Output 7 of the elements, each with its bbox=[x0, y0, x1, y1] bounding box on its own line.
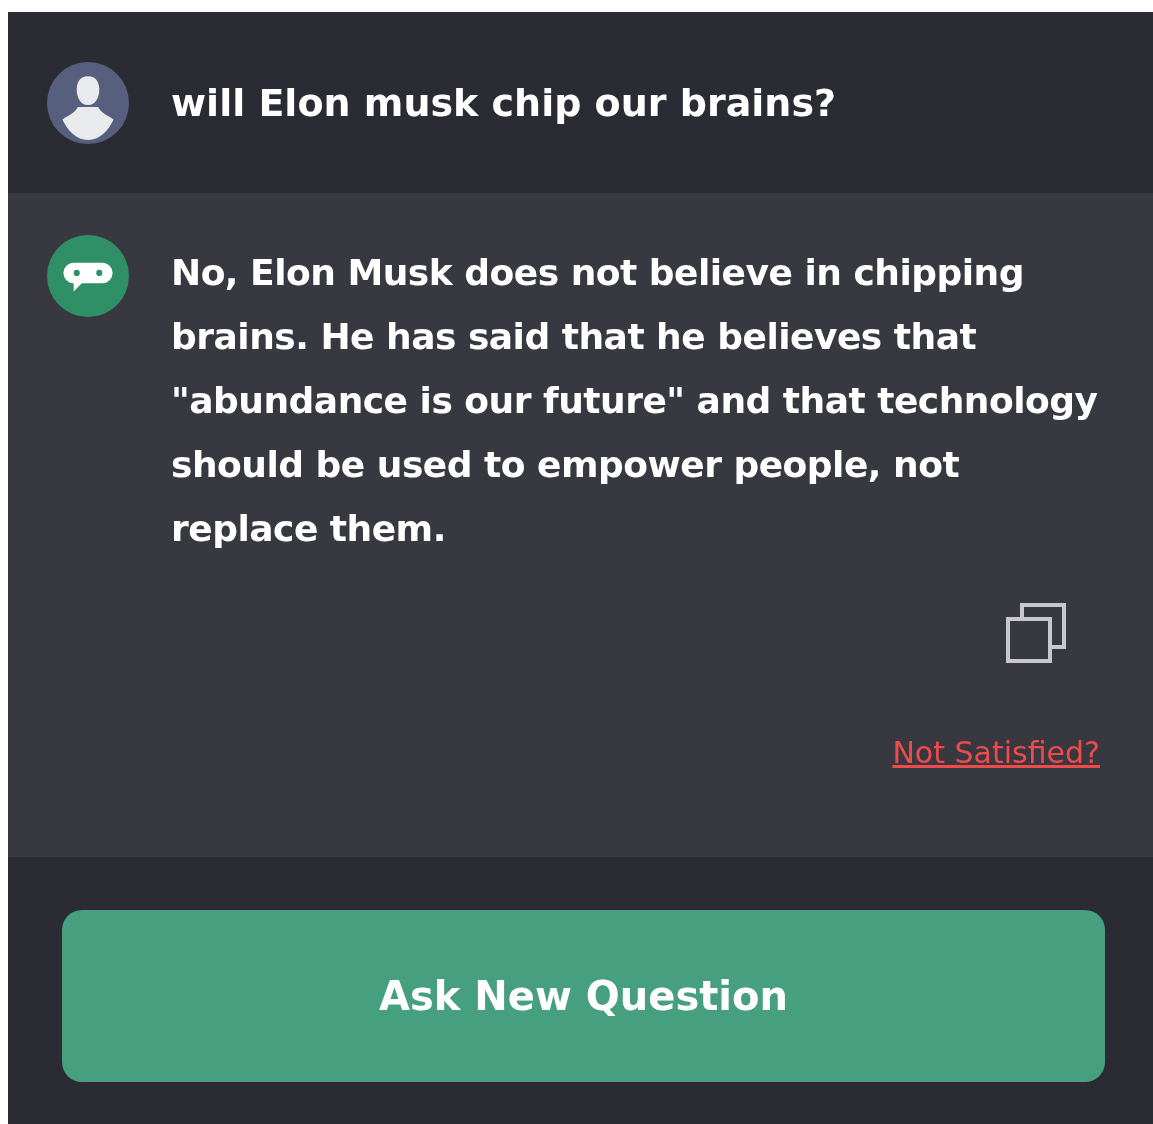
ask-new-question-button[interactable]: Ask New Question bbox=[62, 910, 1105, 1082]
not-satisfied-link[interactable]: Not Satisfied? bbox=[892, 735, 1100, 770]
answer-text: No, Elon Musk does not believe in chipping brains. He has said that he believes that "abundance is our future" and that technology should be used to empower people, not replace them. bbox=[171, 251, 1099, 551]
bot-chat-icon bbox=[47, 235, 129, 317]
user-avatar-icon bbox=[47, 61, 129, 144]
question-text: will Elon musk chip our brains? bbox=[171, 80, 837, 125]
copy-icon[interactable] bbox=[1004, 601, 1068, 665]
